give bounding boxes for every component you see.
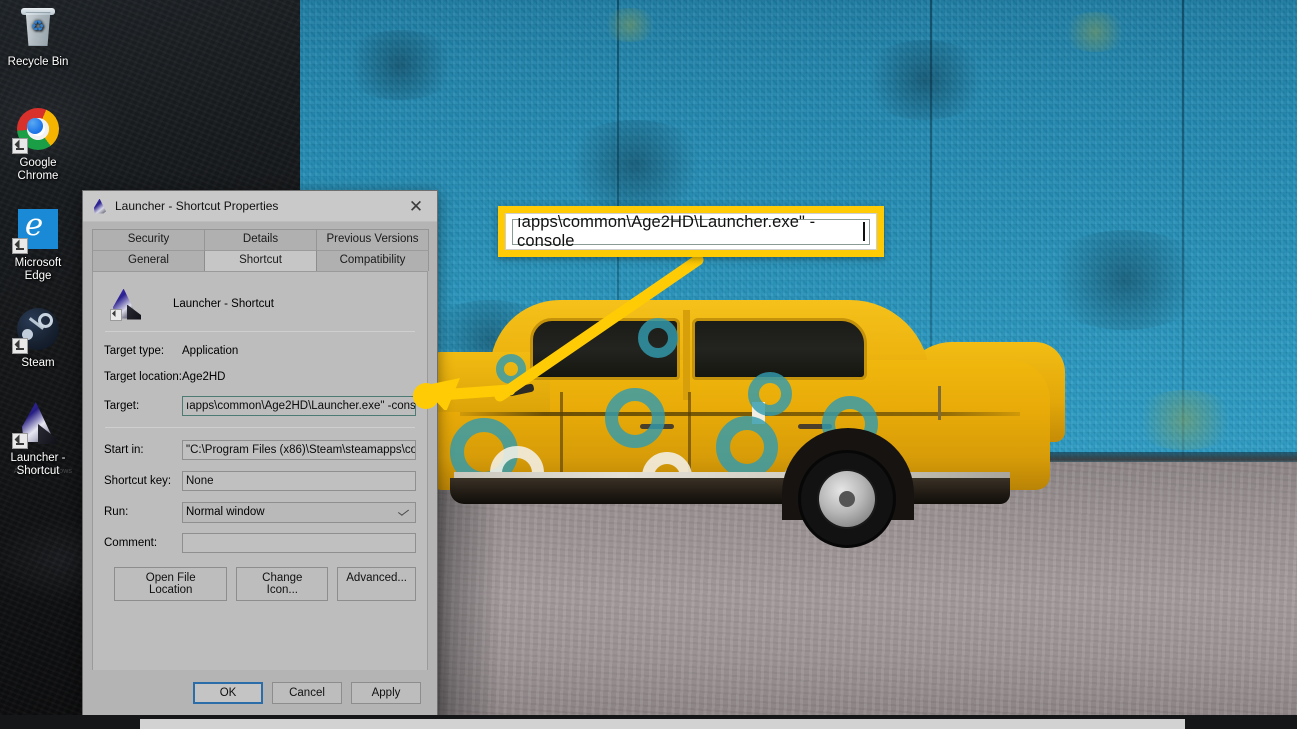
- shortcut-header-name: Launcher - Shortcut: [173, 298, 275, 310]
- tab-details[interactable]: Details: [204, 229, 317, 250]
- desktop-icon-recycle-bin[interactable]: ♻ Recycle Bin: [0, 4, 76, 69]
- callout-inner: ıapps\common\Age2HD\Launcher.exe" -conso…: [505, 213, 877, 250]
- row-start-in: Start in: "C:\Program Files (x86)\Steam\…: [104, 437, 416, 463]
- desktop-icon-label: Steam: [21, 357, 55, 369]
- shortcut-action-buttons: Open File Location Change Icon... Advanc…: [104, 567, 416, 601]
- advanced-button[interactable]: Advanced...: [337, 567, 416, 601]
- screen-bottom-strip: [0, 715, 1297, 729]
- divider: [105, 331, 415, 332]
- run-select-value: Normal window: [186, 505, 265, 518]
- shortcut-key-label: Shortcut key:: [104, 475, 172, 487]
- desktop-icon-label: Microsoft Edge: [14, 257, 62, 282]
- row-target-type: Target type: Application: [104, 338, 416, 364]
- desktop-icon-label: Launcher - Shortcut: [10, 452, 66, 477]
- launcher-shortcut-icon: [110, 288, 143, 321]
- text-caret: [863, 222, 865, 241]
- row-target: Target: ıapps\common\Age2HD\Launcher.exe…: [104, 393, 416, 419]
- shortcut-overlay-icon: [12, 433, 28, 449]
- target-input-value: ıapps\common\Age2HD\Launcher.exe" -conso…: [186, 400, 416, 412]
- tab-strip: Security Details Previous Versions Gener…: [83, 222, 437, 271]
- start-in-input[interactable]: "C:\Program Files (x86)\Steam\steamapps\…: [182, 440, 416, 460]
- divider: [105, 427, 415, 428]
- target-location-value: Age2HD: [182, 371, 226, 383]
- callout-target-text: ıapps\common\Age2HD\Launcher.exe" -conso…: [517, 212, 816, 250]
- shortcut-overlay-icon: [12, 238, 28, 254]
- shortcut-header: Launcher - Shortcut: [104, 283, 416, 325]
- target-label: Target:: [104, 400, 140, 412]
- comment-label: Comment:: [104, 537, 158, 549]
- google-chrome-icon: [12, 105, 62, 154]
- target-location-label: Target location:: [104, 371, 182, 383]
- change-icon-button[interactable]: Change Icon...: [236, 567, 329, 601]
- start-in-label: Start in:: [104, 444, 144, 456]
- zoom-callout-box: ıapps\common\Age2HD\Launcher.exe" -conso…: [498, 206, 884, 257]
- dialog-footer: OK Cancel Apply: [83, 670, 437, 715]
- shortcut-key-input[interactable]: None: [182, 471, 416, 491]
- row-run: Run: Normal window: [104, 499, 416, 525]
- shortcut-tab-page: Launcher - Shortcut Target type: Applica…: [92, 271, 428, 711]
- cancel-button[interactable]: Cancel: [272, 681, 342, 704]
- steam-icon: [12, 305, 62, 354]
- desktop-icon-google-chrome[interactable]: Google Chrome: [0, 105, 76, 183]
- target-type-value: Application: [182, 345, 239, 357]
- callout-target-field: ıapps\common\Age2HD\Launcher.exe" -conso…: [512, 213, 870, 250]
- tab-row-bottom: General Shortcut Compatibility: [92, 250, 429, 271]
- row-shortcut-key: Shortcut key: None: [104, 468, 416, 494]
- desktop-icon-steam[interactable]: Steam: [0, 305, 76, 370]
- row-comment: Comment:: [104, 530, 416, 556]
- target-input[interactable]: ıapps\common\Age2HD\Launcher.exe" -conso…: [182, 396, 416, 416]
- launcher-shortcut-icon: [92, 198, 109, 215]
- open-file-location-button[interactable]: Open File Location: [114, 567, 228, 601]
- desktop-icon-label: Google Chrome: [17, 157, 59, 182]
- tab-row-top: Security Details Previous Versions: [92, 229, 429, 250]
- tab-general[interactable]: General: [92, 250, 205, 271]
- run-label: Run:: [104, 506, 129, 518]
- chevron-down-icon: [397, 506, 410, 516]
- desktop-icon-microsoft-edge[interactable]: e Microsoft Edge: [0, 205, 76, 283]
- desktop-screen: Activate Windows ♻ Recycle Bin Google Ch…: [0, 0, 1297, 729]
- run-select[interactable]: Normal window: [182, 501, 416, 523]
- shortcut-overlay-icon: [12, 338, 28, 354]
- launcher-shortcut-icon: [12, 400, 62, 449]
- apply-button[interactable]: Apply: [351, 681, 421, 704]
- dialog-titlebar[interactable]: Launcher - Shortcut Properties ✕: [83, 191, 437, 222]
- shortcut-overlay-icon: [12, 138, 28, 154]
- target-type-label: Target type:: [104, 345, 165, 357]
- dialog-title: Launcher - Shortcut Properties: [115, 199, 279, 213]
- recycle-bin-icon: ♻: [14, 4, 62, 52]
- tab-security[interactable]: Security: [92, 229, 205, 250]
- desktop-icon-launcher-shortcut[interactable]: Launcher - Shortcut: [0, 400, 76, 478]
- desktop-icon-label: Recycle Bin: [7, 56, 69, 68]
- shortcut-properties-dialog: Launcher - Shortcut Properties ✕ Securit…: [82, 190, 438, 716]
- comment-input[interactable]: [182, 533, 416, 553]
- ok-button[interactable]: OK: [193, 681, 263, 704]
- tab-shortcut[interactable]: Shortcut: [204, 250, 317, 271]
- row-target-location: Target location: Age2HD: [104, 364, 416, 390]
- microsoft-edge-icon: e: [12, 205, 62, 254]
